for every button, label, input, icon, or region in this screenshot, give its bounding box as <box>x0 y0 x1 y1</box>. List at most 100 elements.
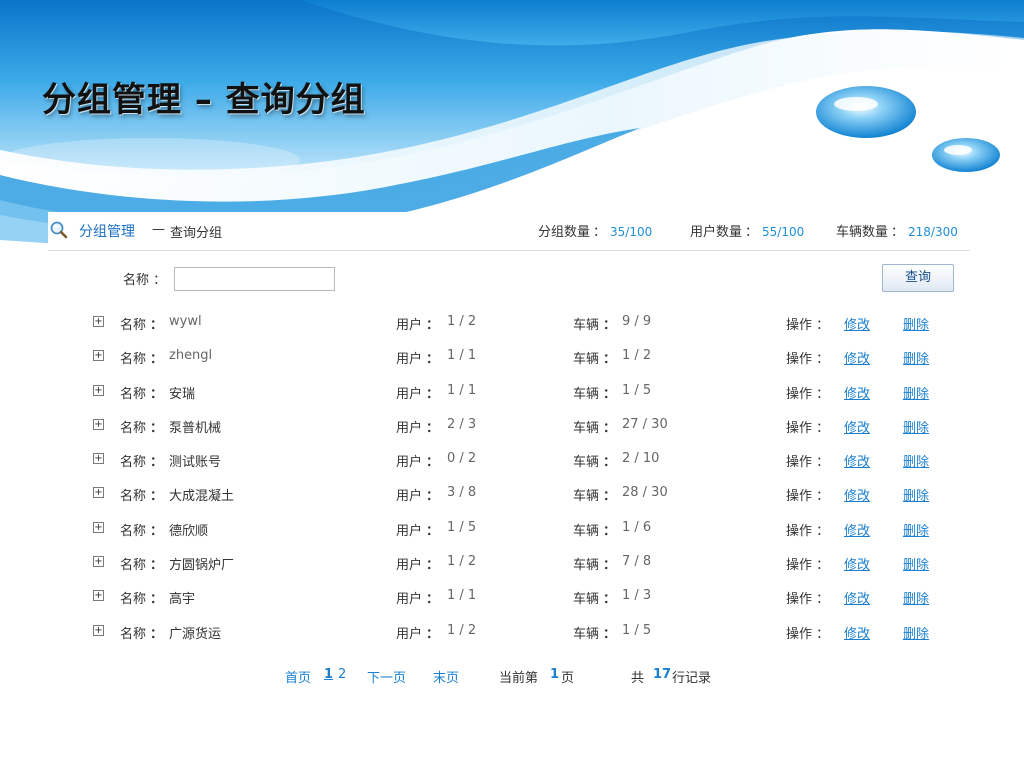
breadcrumb-group-management-link[interactable]: 分组管理 <box>79 221 135 241</box>
group-row: + 名称： 德欣顺 用户： 1 / 5 车辆： 1 / 6 操作 ： 修改 删除 <box>48 514 970 548</box>
vehicles-value: 1 / 3 <box>622 588 652 604</box>
group-row: + 名称： wywl 用户： 1 / 2 车辆： 9 / 9 操作 ： 修改 删除 <box>48 308 970 342</box>
group-name-value: 高宇 <box>169 592 196 608</box>
group-name-value: 安瑞 <box>169 386 196 402</box>
vehicles-label: 车辆： <box>573 592 617 608</box>
total-record-count: 17 <box>653 667 672 682</box>
expand-icon[interactable]: + <box>93 350 104 362</box>
users-value: 1 / 2 <box>447 554 477 570</box>
operations-label: 操作 ： <box>786 455 830 471</box>
panel-header: 分组管理 — 查询分组 分组数量： 35/100 用户数量： 55/100 车辆数量… <box>48 212 970 251</box>
edit-link[interactable]: 修改 <box>844 554 870 573</box>
expand-icon[interactable]: + <box>93 418 104 430</box>
delete-link[interactable]: 删除 <box>903 520 929 539</box>
edit-link[interactable]: 修改 <box>844 314 870 333</box>
users-label: 用户： <box>396 626 440 642</box>
vehicles-value: 9 / 9 <box>622 314 652 329</box>
users-value: 1 / 1 <box>447 588 477 604</box>
group-name-label: 名称： <box>120 352 164 368</box>
page-1-link[interactable]: 1 <box>324 667 333 682</box>
vehicles-label: 车辆： <box>573 352 617 368</box>
expand-icon[interactable]: + <box>93 590 104 602</box>
page-2-link[interactable]: 2 <box>338 667 346 682</box>
group-name-label: 名称： <box>120 318 164 333</box>
edit-link[interactable]: 修改 <box>844 451 870 470</box>
users-value: 1 / 2 <box>447 622 477 638</box>
vehicles-label: 车辆： <box>573 386 617 402</box>
vehicles-label: 车辆： <box>573 318 617 333</box>
edit-link[interactable]: 修改 <box>844 623 870 642</box>
vehicles-value: 1 / 2 <box>622 348 652 364</box>
delete-link[interactable]: 删除 <box>903 485 929 504</box>
users-label: 用户： <box>396 420 440 436</box>
delete-link[interactable]: 删除 <box>903 348 929 367</box>
total-prefix: 共 <box>631 671 645 686</box>
current-page-number: 1 <box>550 667 560 682</box>
delete-link[interactable]: 删除 <box>903 451 929 470</box>
users-value: 2 / 3 <box>447 416 477 432</box>
breadcrumb-separator: — <box>152 222 165 237</box>
expand-icon[interactable]: + <box>93 453 104 465</box>
expand-icon[interactable]: + <box>93 556 104 568</box>
users-label: 用户： <box>396 489 440 505</box>
edit-link[interactable]: 修改 <box>844 383 870 402</box>
name-search-input[interactable] <box>174 267 335 291</box>
operations-label: 操作 ： <box>786 420 830 436</box>
delete-link[interactable]: 删除 <box>903 314 929 333</box>
expand-icon[interactable]: + <box>93 384 104 396</box>
group-row: + 名称： zhengl 用户： 1 / 1 车辆： 1 / 2 操作 ： 修改 删除 <box>48 342 970 376</box>
water-drop-graphic <box>816 86 916 138</box>
group-row: + 名称： 泵普机械 用户： 2 / 3 车辆： 27 / 30 操作 ： 修改 删除 <box>48 411 970 445</box>
operations-label: 操作 ： <box>786 558 830 574</box>
delete-link[interactable]: 删除 <box>903 417 929 436</box>
group-name-value: 泵普机械 <box>169 420 222 436</box>
group-count-stat: 分组数量： 35/100 <box>538 221 652 240</box>
first-page-link[interactable]: 首页 <box>285 667 311 686</box>
next-page-link[interactable]: 下一页 <box>367 667 406 686</box>
users-value: 1 / 1 <box>447 382 477 398</box>
edit-link[interactable]: 修改 <box>844 348 870 367</box>
operations-label: 操作 ： <box>786 386 830 402</box>
operations-label: 操作 ： <box>786 318 830 333</box>
last-page-link[interactable]: 末页 <box>433 667 459 686</box>
query-button[interactable]: 查询 <box>882 264 954 292</box>
group-row: + 名称： 大成混凝土 用户： 3 / 8 车辆： 28 / 30 操作 ： 修改 删除 <box>48 479 970 513</box>
users-value: 3 / 8 <box>447 485 477 501</box>
vehicles-label: 车辆： <box>573 523 617 539</box>
delete-link[interactable]: 删除 <box>903 623 929 642</box>
edit-link[interactable]: 修改 <box>844 485 870 504</box>
group-name-label: 名称： <box>120 455 164 471</box>
expand-icon[interactable]: + <box>93 521 104 533</box>
group-count-value: 35/100 <box>610 225 653 239</box>
group-row: + 名称： 方圆锅炉厂 用户： 1 / 2 车辆： 7 / 8 操作 ： 修改 删除 <box>48 548 970 582</box>
vehicles-value: 1 / 6 <box>622 519 652 535</box>
user-count-value: 55/100 <box>762 225 805 239</box>
user-count-label: 用户数量 <box>690 225 743 240</box>
vehicle-count-stat: 车辆数量： 218/300 <box>836 221 958 240</box>
operations-label: 操作 ： <box>786 523 830 539</box>
expand-icon[interactable]: + <box>93 624 104 636</box>
group-count-colon: ： <box>593 225 607 240</box>
users-value: 1 / 1 <box>447 348 477 364</box>
group-name-value: 方圆锅炉厂 <box>169 558 235 574</box>
expand-icon[interactable]: + <box>93 487 104 499</box>
delete-link[interactable]: 删除 <box>903 554 929 573</box>
group-query-panel: 分组管理 — 查询分组 分组数量： 35/100 用户数量： 55/100 车辆数量… <box>48 212 970 692</box>
vehicles-value: 27 / 30 <box>622 416 668 432</box>
group-name-label: 名称： <box>120 523 164 539</box>
edit-link[interactable]: 修改 <box>844 588 870 607</box>
group-name-value: 德欣顺 <box>169 523 209 539</box>
delete-link[interactable]: 删除 <box>903 588 929 607</box>
current-page-suffix: 页 <box>561 671 575 686</box>
slide-title: 分组管理 – 查询分组 <box>42 80 366 120</box>
operations-label: 操作 ： <box>786 626 830 642</box>
group-list: + 名称： wywl 用户： 1 / 2 车辆： 9 / 9 操作 ：修改 删除 + 名称： zhen… <box>48 308 970 651</box>
vehicles-value: 28 / 30 <box>622 485 668 501</box>
group-row: + 名称： 高宇 用户： 1 / 1 车辆： 1 / 3 操作 ： 修改 删除 <box>48 582 970 616</box>
delete-link[interactable]: 删除 <box>903 383 929 402</box>
expand-icon[interactable]: + <box>93 316 104 327</box>
edit-link[interactable]: 修改 <box>844 520 870 539</box>
edit-link[interactable]: 修改 <box>844 417 870 436</box>
group-name-label: 名称： <box>120 626 164 642</box>
users-value: 0 / 2 <box>447 451 477 467</box>
